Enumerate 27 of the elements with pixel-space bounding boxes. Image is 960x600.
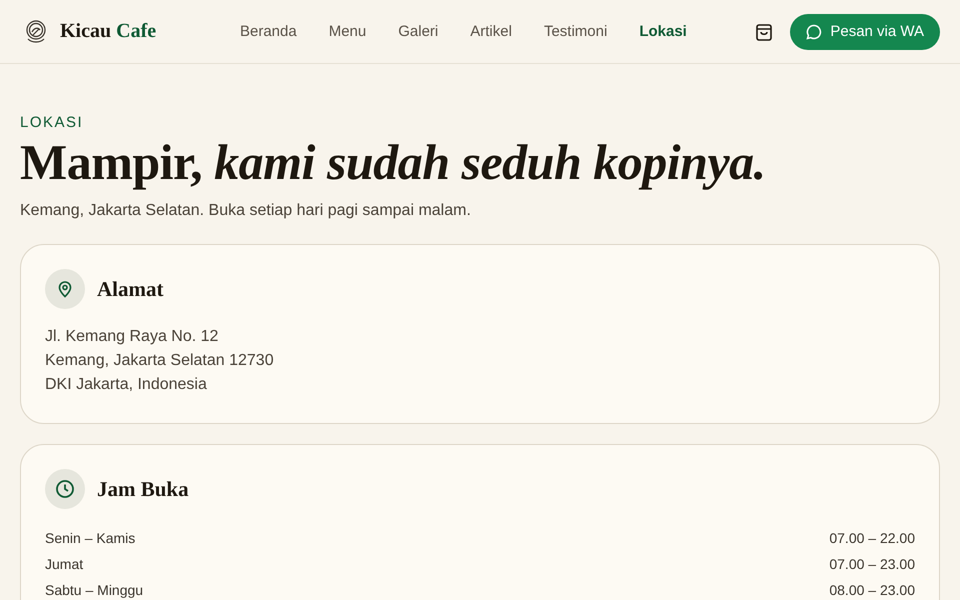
nav-link[interactable]: Lokasi xyxy=(639,23,687,40)
shopping-bag-icon[interactable] xyxy=(754,22,774,42)
nav-link[interactable]: Menu xyxy=(328,23,366,40)
address-line: Jl. Kemang Raya No. 12 xyxy=(45,327,220,347)
opening-hours: 08.00 – 23.00 xyxy=(829,581,915,600)
nav-link[interactable]: Galeri xyxy=(398,23,438,40)
day-label: Senin – Kamis xyxy=(45,529,136,548)
address-line: Kemang, Jakarta Selatan 12730 xyxy=(45,351,275,371)
section-label: LOKASI xyxy=(20,114,84,131)
brand-name: Kicau xyxy=(60,20,112,43)
opening-hours: 07.00 – 23.00 xyxy=(829,555,915,574)
nav-link[interactable]: Artikel xyxy=(470,23,512,40)
chat-bubble-icon xyxy=(806,24,822,40)
location-pin-icon xyxy=(56,280,74,298)
brand-name: Cafe xyxy=(116,20,156,43)
nav-link[interactable]: Testimoni xyxy=(544,23,608,40)
day-label: Sabtu – Minggu xyxy=(45,581,144,600)
nav-link[interactable]: Beranda xyxy=(240,23,297,40)
card-title: Jam Buka xyxy=(97,476,189,502)
page-heading: Mampir, kami sudah seduh kopinya. xyxy=(20,135,767,190)
opening-hours: 07.00 – 22.00 xyxy=(829,529,915,548)
day-label: Jumat xyxy=(45,555,84,574)
card-title: Alamat xyxy=(97,276,164,302)
address-line: DKI Jakarta, Indonesia xyxy=(45,375,208,395)
clock-icon xyxy=(55,479,75,499)
page-subtitle: Kemang, Jakarta Selatan. Buka setiap hari pagi sampai malam. xyxy=(20,202,472,220)
order-button[interactable]: Pesan via WA xyxy=(790,14,940,50)
